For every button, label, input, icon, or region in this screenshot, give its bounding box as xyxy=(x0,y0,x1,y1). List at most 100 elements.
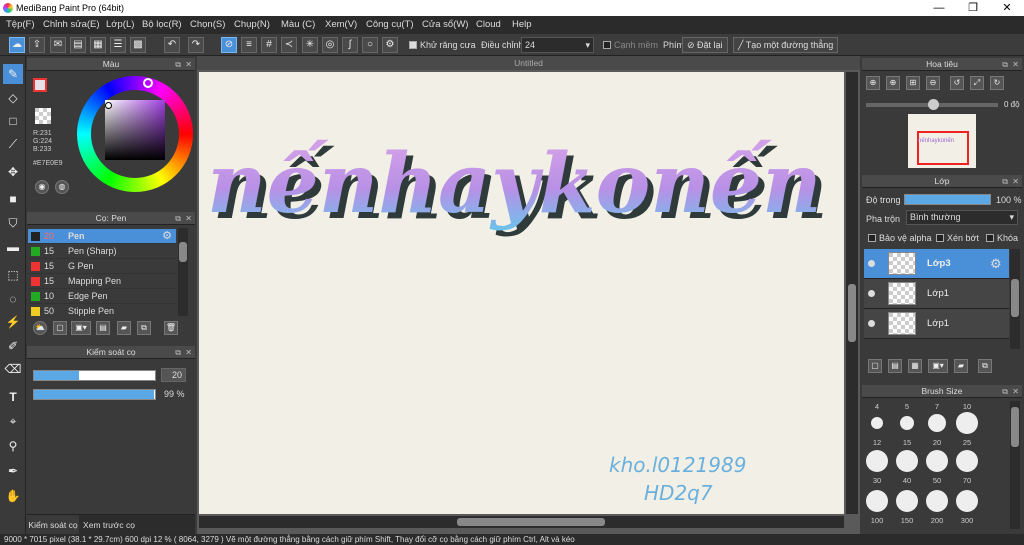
chat-icon[interactable]: ✉ xyxy=(50,37,66,53)
zoom-plus-icon[interactable]: ⊕ xyxy=(886,76,900,90)
layer-list-scrollbar[interactable] xyxy=(1010,249,1020,349)
brush-size-preview[interactable] xyxy=(871,417,883,429)
canvas-tab[interactable]: Untitled xyxy=(197,56,860,70)
brush-item[interactable]: 10 Edge Pen xyxy=(28,289,176,304)
brush-size-label[interactable]: 7 xyxy=(924,402,950,411)
straight-line-button[interactable]: ╱ Tạo một đường thẳng xyxy=(733,37,839,53)
scrollbar-thumb[interactable] xyxy=(457,518,605,526)
brush-size-label[interactable]: 300 xyxy=(954,516,980,525)
lock-checkbox[interactable]: Khóa xyxy=(986,233,1018,243)
brush-size-label[interactable]: 4 xyxy=(864,402,890,411)
gradient-tool-icon[interactable]: ▬ xyxy=(3,237,23,257)
reset-button[interactable]: ⊘ Đặt lại xyxy=(682,37,728,53)
scrollbar-thumb[interactable] xyxy=(848,284,856,342)
close-icon[interactable]: ✕ xyxy=(1012,58,1019,71)
checkbox-unchecked-icon[interactable] xyxy=(986,234,994,242)
brush-size-preview[interactable] xyxy=(956,450,978,472)
antialias-checkbox[interactable]: Khử răng cưa xyxy=(409,34,476,56)
brush-size-label[interactable]: 15 xyxy=(894,438,920,447)
concentric-snap-icon[interactable]: ◎ xyxy=(322,37,338,53)
brush-settings-gear-icon[interactable]: ⚙ xyxy=(162,229,172,244)
popout-icon[interactable]: ⧉ xyxy=(175,212,181,225)
eye-icon[interactable] xyxy=(868,260,875,267)
fullscreen-icon[interactable]: ⤢ xyxy=(970,76,984,90)
list-icon[interactable]: ☰ xyxy=(110,37,126,53)
magic-wand-tool-icon[interactable]: ⚡ xyxy=(3,312,23,332)
menu-file[interactable]: Tệp(F) xyxy=(6,16,35,34)
saturation-square[interactable] xyxy=(105,100,165,160)
undo-icon[interactable]: ↶ xyxy=(164,37,180,53)
parallel-snap-icon[interactable]: ≡ xyxy=(241,37,257,53)
close-button[interactable]: ✕ xyxy=(990,0,1024,16)
layer-row[interactable]: Lớp1 xyxy=(864,279,1009,309)
scrollbar-thumb[interactable] xyxy=(1011,279,1019,317)
minimize-button[interactable]: — xyxy=(922,0,956,16)
navigator-preview[interactable]: nếnhaykonến xyxy=(908,114,976,168)
eraser-tool-icon[interactable]: ◇ xyxy=(3,88,23,108)
move-tool-icon[interactable]: ✥ xyxy=(3,162,23,182)
palette-add-icon[interactable]: ◍ xyxy=(55,180,69,194)
canvas-horizontal-scrollbar[interactable] xyxy=(199,516,844,528)
rotation-slider-handle[interactable] xyxy=(928,99,939,110)
brush-size-label[interactable]: 10 xyxy=(954,402,980,411)
brush-item[interactable]: 20 Pen ⚙ xyxy=(28,229,176,244)
viewport-frame[interactable] xyxy=(917,131,969,165)
zoom-in-icon[interactable]: ⊕ xyxy=(866,76,880,90)
layer-row[interactable]: Lớp3 ⚙ xyxy=(864,249,1009,279)
redo-icon[interactable]: ↷ xyxy=(188,37,204,53)
menu-layer[interactable]: Lớp(L) xyxy=(106,16,134,34)
menu-edit[interactable]: Chỉnh sửa(E) xyxy=(43,16,100,34)
rectangle-tool-icon[interactable]: □ xyxy=(3,111,23,131)
brush-size-value[interactable]: 20 xyxy=(161,368,186,382)
brush-size-preview[interactable] xyxy=(956,490,978,512)
lasso-tool-icon[interactable]: ◌ xyxy=(3,289,23,309)
checkbox-unchecked-icon[interactable] xyxy=(868,234,876,242)
duplicate-layer-icon[interactable]: ⧉ xyxy=(978,359,992,373)
checkbox-unchecked-icon[interactable] xyxy=(936,234,944,242)
close-icon[interactable]: ✕ xyxy=(185,346,192,359)
text-tool-icon[interactable]: T xyxy=(3,387,23,407)
layer-row[interactable]: Lớp1 xyxy=(864,309,1009,339)
eye-icon[interactable] xyxy=(868,290,875,297)
popout-icon[interactable]: ⧉ xyxy=(1002,385,1008,398)
divide-tool-icon[interactable]: ⌖ xyxy=(3,411,23,431)
brush-size-label[interactable]: 40 xyxy=(894,476,920,485)
new-8bit-layer-icon[interactable]: ▦ xyxy=(908,359,922,373)
menu-select[interactable]: Chọn(S) xyxy=(190,16,225,34)
brush-size-label[interactable]: 100 xyxy=(864,516,890,525)
close-icon[interactable]: ✕ xyxy=(1012,385,1019,398)
scrollbar-thumb[interactable] xyxy=(179,242,187,262)
drawing-canvas[interactable]: nếnhaykonến nếnhaykonến kho.l0121989 HD2… xyxy=(199,72,844,514)
crosshatch-snap-icon[interactable]: # xyxy=(261,37,277,53)
new-halftone-layer-icon[interactable]: ▤ xyxy=(888,359,902,373)
protect-alpha-checkbox[interactable]: Bảo vệ alpha xyxy=(868,233,932,243)
brush-size-label[interactable]: 50 xyxy=(924,476,950,485)
select-pen-tool-icon[interactable]: ✐ xyxy=(3,336,23,356)
color-picker-handle[interactable] xyxy=(105,102,112,109)
brush-size-preview[interactable] xyxy=(956,412,978,434)
checkbox-checked-icon[interactable] xyxy=(409,41,417,49)
brush-size-label[interactable]: 30 xyxy=(864,476,890,485)
brush-tool-icon[interactable]: ✎ xyxy=(3,64,23,84)
close-icon[interactable]: ✕ xyxy=(1012,175,1019,188)
brush-item[interactable]: 15 G Pen xyxy=(28,259,176,274)
menu-capture[interactable]: Chụp(N) xyxy=(234,16,270,34)
radial-snap-icon[interactable]: ✳ xyxy=(302,37,318,53)
brush-item[interactable]: 15 Pen (Sharp) xyxy=(28,244,176,259)
hue-handle[interactable] xyxy=(143,78,153,88)
popout-icon[interactable]: ⧉ xyxy=(1002,58,1008,71)
brush-size-preview[interactable] xyxy=(866,490,888,512)
new-layer-icon[interactable]: ▢ xyxy=(868,359,882,373)
select-rect-tool-icon[interactable]: ⬚ xyxy=(3,265,23,285)
brush-size-label[interactable]: 12 xyxy=(864,438,890,447)
soft-edge-checkbox[interactable]: Cạnh mềm xyxy=(603,34,658,56)
brush-size-preview[interactable] xyxy=(926,450,948,472)
brush-item[interactable]: 15 Mapping Pen xyxy=(28,274,176,289)
brush-settings-icon[interactable]: ▤ xyxy=(96,321,110,335)
cloud-icon[interactable]: ☁ xyxy=(9,37,25,53)
brush-opacity-slider[interactable] xyxy=(33,389,156,400)
tab-brush-control[interactable]: Kiểm soát cọ xyxy=(27,515,79,535)
eye-icon[interactable] xyxy=(868,320,875,327)
brush-size-label[interactable]: 70 xyxy=(954,476,980,485)
brush-size-preview[interactable] xyxy=(866,450,888,472)
